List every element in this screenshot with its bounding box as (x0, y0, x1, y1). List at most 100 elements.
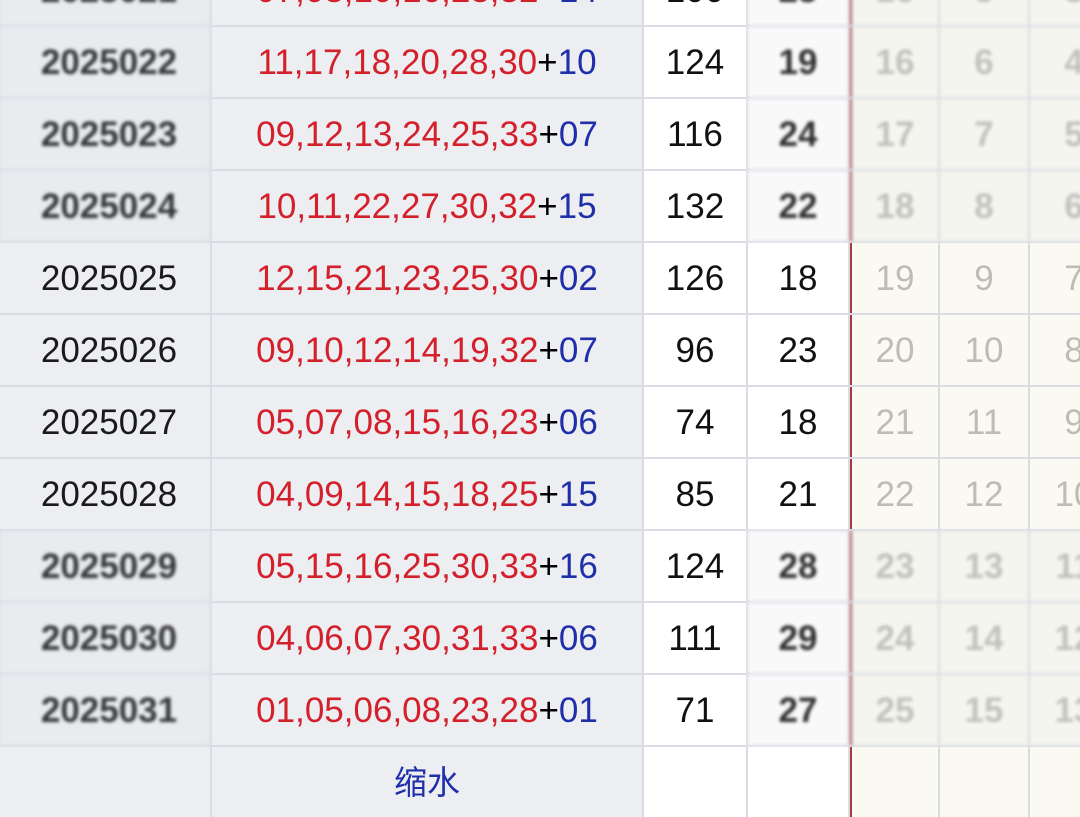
drawn-numbers-cell[interactable]: 05,07,08,15,16,23+06 (212, 387, 642, 457)
drawn-numbers-cell[interactable]: 05,15,16,25,30,33+16 (212, 531, 642, 601)
missing-count: 17 (876, 117, 915, 152)
number-separator: , (490, 693, 500, 728)
issue-number-cell[interactable]: 2025029 (0, 531, 210, 601)
number-separator: , (490, 117, 500, 152)
issue-number-cell[interactable]: 2025025 (0, 243, 210, 313)
number-separator: , (344, 0, 354, 8)
sum-value-cell: 116 (644, 99, 746, 169)
number-separator: , (441, 477, 451, 512)
span-value: 25 (779, 0, 818, 8)
missing-count: 6 (974, 45, 993, 80)
number-separator: , (490, 261, 500, 296)
number-separator: , (441, 549, 451, 584)
number-separator: , (391, 189, 401, 224)
sum-value: 116 (667, 117, 723, 152)
number-separator: + (538, 621, 558, 656)
missing-count-cell: 7 (1030, 243, 1080, 313)
span-value: 19 (779, 45, 818, 80)
issue-number-cell[interactable]: 2025027 (0, 387, 210, 457)
number-separator: , (490, 405, 500, 440)
number-separator: + (538, 0, 558, 8)
red-ball-number: 25 (500, 477, 539, 512)
issue-number-cell[interactable]: 2025024 (0, 171, 210, 241)
drawn-numbers-cell[interactable]: 10,11,22,27,30,32+15 (212, 171, 642, 241)
span-value: 24 (779, 117, 818, 152)
missing-count: 9 (974, 261, 993, 296)
drawn-numbers-cell[interactable]: 12,15,21,23,25,30+02 (212, 243, 642, 313)
missing-count: 4 (1064, 45, 1080, 80)
issue-number: 2025023 (41, 117, 177, 152)
issue-number-cell[interactable]: 2025026 (0, 315, 210, 385)
red-ball-number: 12 (305, 117, 344, 152)
missing-count-cell: 10 (1030, 459, 1080, 529)
footer-empty-cell (850, 747, 938, 817)
red-ball-number: 09 (256, 333, 295, 368)
red-ball-number: 18 (352, 45, 391, 80)
number-separator: , (295, 693, 305, 728)
issue-number-cell[interactable]: 2025031 (0, 675, 210, 745)
missing-count-cell: 22 (850, 459, 938, 529)
number-separator: , (342, 45, 352, 80)
missing-count-cell: 18 (850, 171, 938, 241)
drawn-numbers-cell[interactable]: 09,10,12,14,19,32+07 (212, 315, 642, 385)
red-ball-number: 31 (451, 621, 490, 656)
number-separator: , (490, 333, 500, 368)
span-value: 27 (779, 693, 818, 728)
sum-value-cell: 74 (644, 387, 746, 457)
missing-count: 24 (876, 621, 915, 656)
missing-count-cell: 21 (850, 387, 938, 457)
drawn-numbers-cell[interactable]: 11,17,18,20,28,30+10 (212, 27, 642, 97)
issue-number-cell[interactable]: 2025021 (0, 0, 210, 25)
blue-ball-number: 06 (559, 621, 598, 656)
number-separator: , (490, 0, 500, 8)
span-value: 22 (779, 189, 818, 224)
drawn-numbers-cell[interactable]: 09,12,13,24,25,33+07 (212, 99, 642, 169)
number-separator: , (490, 549, 500, 584)
red-ball-number: 19 (451, 333, 490, 368)
number-separator: , (440, 189, 450, 224)
issue-number: 2025021 (41, 0, 177, 8)
missing-count: 16 (876, 0, 915, 8)
issue-number-cell[interactable]: 2025030 (0, 603, 210, 673)
red-ball-number: 17 (304, 45, 343, 80)
sum-value-cell: 126 (644, 243, 746, 313)
missing-count: 11 (1056, 549, 1080, 584)
red-ball-number: 22 (352, 189, 391, 224)
issue-number-cell[interactable]: 2025023 (0, 99, 210, 169)
red-ball-number: 15 (402, 405, 441, 440)
span-value-cell: 24 (748, 99, 848, 169)
missing-count: 5 (974, 0, 993, 8)
missing-count-cell: 13 (1030, 675, 1080, 745)
drawn-numbers-cell[interactable]: 01,05,06,08,23,28+01 (212, 675, 642, 745)
drawn-numbers-cell[interactable]: 07,08,10,16,28,32+14 (212, 0, 642, 25)
drawn-numbers-cell[interactable]: 04,06,07,30,31,33+06 (212, 603, 642, 673)
number-separator: , (490, 477, 500, 512)
red-ball-number: 12 (354, 333, 393, 368)
number-separator: + (538, 405, 558, 440)
shrink-label: 缩水 (394, 766, 460, 799)
shrink-button[interactable]: 缩水 (212, 747, 642, 817)
missing-count-cell: 9 (940, 243, 1028, 313)
issue-number-cell[interactable]: 2025022 (0, 27, 210, 97)
missing-count-cell: 11 (1030, 531, 1080, 601)
missing-count: 20 (876, 333, 915, 368)
blue-ball-number: 16 (559, 549, 598, 584)
red-ball-number: 16 (354, 549, 393, 584)
blue-ball-number: 01 (559, 693, 598, 728)
red-ball-number: 08 (402, 693, 441, 728)
missing-count-cell: 20 (850, 315, 938, 385)
red-ball-number: 23 (451, 693, 490, 728)
missing-count: 7 (974, 117, 993, 152)
sum-value: 74 (676, 405, 715, 440)
number-separator: , (392, 405, 402, 440)
number-separator: , (344, 621, 354, 656)
missing-count: 19 (876, 261, 915, 296)
sum-value-cell: 71 (644, 675, 746, 745)
missing-count-cell: 8 (940, 171, 1028, 241)
number-separator: , (441, 405, 451, 440)
number-separator: , (295, 405, 305, 440)
drawn-numbers-cell[interactable]: 04,09,14,15,18,25+15 (212, 459, 642, 529)
missing-count-cell: 15 (940, 675, 1028, 745)
red-ball-number: 30 (450, 189, 489, 224)
issue-number-cell[interactable]: 2025028 (0, 459, 210, 529)
